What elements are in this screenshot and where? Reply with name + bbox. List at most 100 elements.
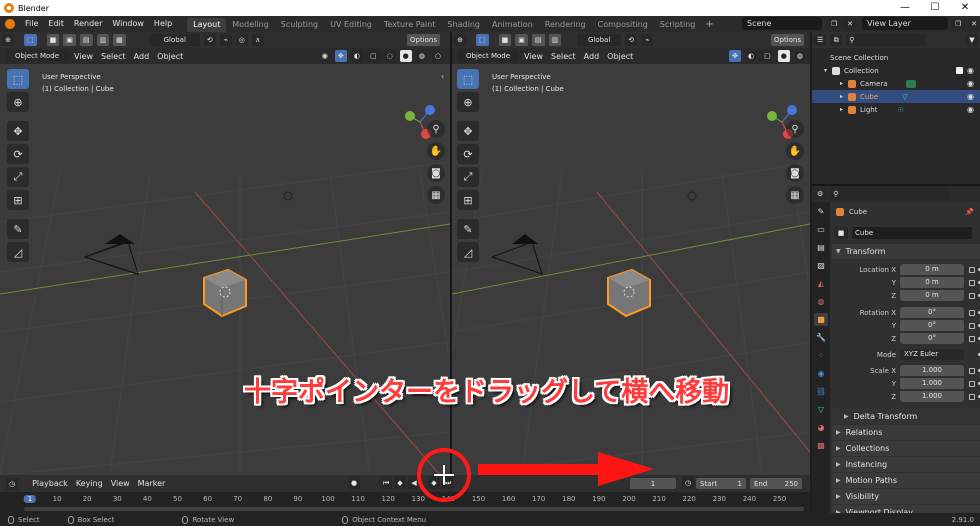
outliner-filter-icon[interactable]: ▼ [966, 34, 978, 46]
delta-transform-panel[interactable]: ▶ Delta Transform [832, 409, 980, 424]
camera-view-icon-right[interactable]: ◙ [786, 164, 804, 182]
relations-panel[interactable]: ▶ Relations [832, 425, 980, 440]
lock-icon[interactable] [969, 309, 975, 316]
camera-visibility-icon[interactable]: ◉ [967, 79, 974, 88]
motion-paths-panel[interactable]: ▶ Motion Paths [832, 473, 980, 488]
particles-tab-icon[interactable]: ⁘ [814, 349, 828, 362]
start-frame-field[interactable]: Start 1 [696, 478, 746, 489]
select-menu[interactable]: Select [97, 52, 130, 61]
light-data-icon[interactable]: ☉ [898, 106, 904, 114]
instancing-panel[interactable]: ▶ Instancing [832, 457, 980, 472]
scale-x-field[interactable]: 1.000 [900, 365, 964, 376]
mesh-data-icon[interactable]: ▽ [902, 93, 907, 101]
keying-menu[interactable]: Keying [72, 479, 107, 488]
snap-icon[interactable]: ⌁ [219, 34, 232, 46]
rotate-tool-icon-right[interactable]: ⟳ [457, 144, 479, 164]
close-button[interactable]: ✕ [950, 0, 980, 16]
camera-view-icon[interactable]: ◙ [427, 164, 445, 182]
tab-animation[interactable]: Animation [486, 18, 539, 32]
select-mode-icon-right[interactable]: ⬚ [476, 34, 489, 46]
new-selection-icon-right[interactable]: ■ [498, 34, 512, 46]
lock-icon[interactable] [969, 367, 975, 374]
overlay-icon-right[interactable]: ◐ [745, 50, 758, 62]
rotation-z-field[interactable]: 0° [900, 333, 964, 344]
move-tool-icon-right[interactable]: ✥ [457, 121, 479, 141]
options-button[interactable]: Options [406, 34, 440, 46]
marker-menu[interactable]: Marker [134, 479, 170, 488]
subtract-selection-icon-right[interactable]: ▤ [531, 34, 545, 46]
extend-selection-icon[interactable]: ▣ [63, 34, 76, 46]
constraints-tab-icon[interactable]: ⛓ [814, 385, 828, 398]
outliner-collection[interactable]: ▾ Collection ◉ [812, 64, 980, 77]
annotate-tool-icon-right[interactable]: ✎ [457, 219, 479, 239]
menu-file[interactable]: File [20, 16, 43, 32]
properties-editor-icon[interactable]: ⚙ [814, 188, 827, 200]
tab-compositing[interactable]: Compositing [592, 18, 654, 32]
timeline-view-menu[interactable]: View [107, 479, 134, 488]
sidebar-toggle-icon[interactable]: ‹ [441, 72, 444, 81]
xray-icon-right[interactable]: ▢ [761, 50, 774, 62]
new-selection-icon[interactable]: ■ [46, 34, 60, 46]
transform-panel-header[interactable]: ▼ Transform [832, 244, 980, 259]
collections-panel[interactable]: ▶ Collections [832, 441, 980, 456]
lock-icon[interactable] [969, 322, 975, 329]
select-mode-icon[interactable]: ⬚ [24, 34, 37, 46]
proportional-edit-icon[interactable]: ◎ [235, 34, 248, 46]
cursor-tool-icon-right[interactable]: ⊕ [457, 92, 479, 112]
select-menu-right[interactable]: Select [547, 52, 580, 61]
mode-dropdown[interactable]: Object Mode [6, 50, 68, 62]
solid-shading-icon[interactable]: ● [399, 50, 412, 62]
ortho-grid-icon-right[interactable]: ▦ [786, 186, 804, 204]
properties-search-input[interactable]: ⚲ [830, 188, 951, 200]
solid-shading-icon-right[interactable]: ● [777, 50, 790, 62]
transform-tool-icon-right[interactable]: ⊞ [457, 190, 479, 210]
scene-tab-icon[interactable]: ◭ [814, 277, 828, 290]
annotate-tool-icon[interactable]: ✎ [7, 219, 29, 239]
zoom-icon[interactable]: ⚲ [427, 120, 445, 138]
rotation-x-field[interactable]: 0° [900, 307, 964, 318]
add-workspace-button[interactable]: + [701, 19, 717, 30]
tool-tab-icon[interactable]: ✎ [814, 205, 828, 218]
menu-edit[interactable]: Edit [43, 16, 69, 32]
gizmo-icon[interactable]: ✥ [334, 50, 347, 62]
add-menu-right[interactable]: Add [580, 52, 604, 61]
camera-data-icon[interactable] [905, 79, 916, 88]
view-layer-copy-icon[interactable]: ❐ [952, 18, 965, 30]
move-tool-icon[interactable]: ✥ [7, 121, 29, 141]
view-menu[interactable]: View [70, 52, 97, 61]
xray-icon[interactable]: ▢ [366, 50, 380, 62]
maximize-button[interactable]: ☐ [920, 0, 950, 16]
visibility-panel[interactable]: ▶ Visibility [832, 489, 980, 504]
select-box-tool-icon[interactable]: ⬚ [7, 69, 29, 89]
outliner-editor-icon[interactable]: ☰ [814, 34, 827, 46]
physics-tab-icon[interactable]: ◉ [814, 367, 828, 380]
subtract-selection-icon[interactable]: ▤ [79, 34, 93, 46]
location-z-field[interactable]: 0 m [900, 290, 964, 301]
options-button-right[interactable]: Options [770, 34, 804, 46]
object-browse-icon[interactable]: ■ [834, 227, 848, 239]
material-tab-icon[interactable]: ◕ [814, 421, 828, 434]
editor-type-icon-right[interactable]: ⊕ [454, 34, 466, 46]
transform-tool-icon[interactable]: ⊞ [7, 190, 29, 210]
invert-selection-icon-right[interactable]: ▥ [548, 34, 562, 46]
scale-z-field[interactable]: 1.000 [900, 391, 964, 402]
rotation-y-field[interactable]: 0° [900, 320, 964, 331]
view-layer-remove-icon[interactable]: ✕ [968, 18, 980, 30]
collection-checkbox[interactable] [956, 67, 963, 74]
lock-icon[interactable] [969, 335, 975, 342]
lock-icon[interactable] [969, 393, 975, 400]
view-layer-tab-icon[interactable]: ▨ [814, 259, 828, 272]
end-frame-field[interactable]: End 250 [750, 478, 802, 489]
pin-icon[interactable]: 📌 [965, 208, 974, 216]
material-shading-icon-right[interactable]: ◍ [793, 50, 806, 62]
falloff-icon[interactable]: ∧ [251, 34, 264, 46]
tab-scripting[interactable]: Scripting [654, 18, 702, 32]
minimize-button[interactable]: — [890, 0, 920, 16]
timeline-editor-icon[interactable]: ◷ [6, 477, 19, 490]
tab-modeling[interactable]: Modeling [226, 18, 274, 32]
scene-copy-icon[interactable]: ❐ [828, 18, 841, 30]
menu-render[interactable]: Render [69, 16, 107, 32]
tab-texture-paint[interactable]: Texture Paint [378, 18, 442, 32]
tab-uv-editing[interactable]: UV Editing [324, 18, 378, 32]
record-icon[interactable]: ● [348, 477, 361, 489]
